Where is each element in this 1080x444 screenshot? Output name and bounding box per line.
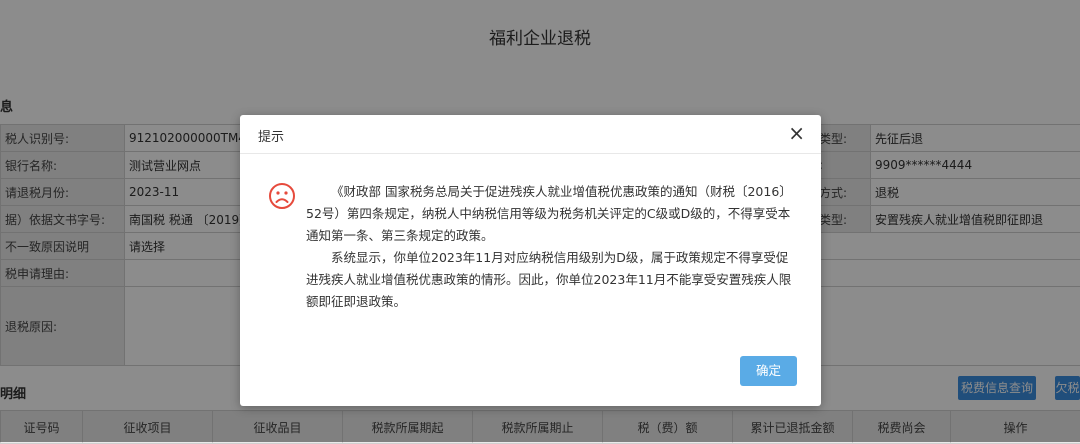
sad-face-icon: [268, 182, 296, 210]
alert-dialog: 提示 × 《财政部 国家税务总局关于促进残疾人就业增值税优惠政策的通知（财税〔2…: [240, 115, 821, 406]
message-paragraph: 《财政部 国家税务总局关于促进残疾人就业增值税优惠政策的通知（财税〔2016〕5…: [306, 181, 798, 247]
message-paragraph: 系统显示，你单位2023年11月对应纳税信用级别为D级，属于政策规定不得享受促进…: [306, 247, 798, 313]
dialog-title: 提示: [258, 126, 284, 145]
dialog-header: 提示 ×: [240, 115, 821, 154]
dialog-message: 《财政部 国家税务总局关于促进残疾人就业增值税优惠政策的通知（财税〔2016〕5…: [306, 181, 798, 313]
close-icon[interactable]: ×: [788, 123, 805, 143]
confirm-button[interactable]: 确定: [740, 356, 797, 386]
